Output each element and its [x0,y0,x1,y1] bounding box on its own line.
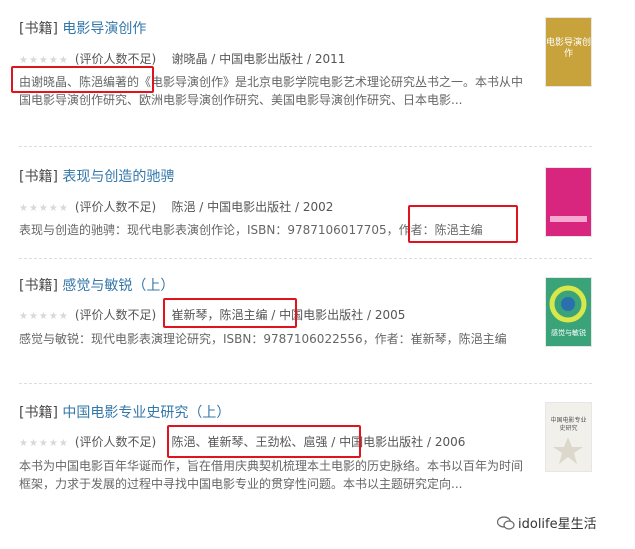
watermark: idolife星生活 [497,513,597,532]
result-title[interactable]: [书籍] 感觉与敏锐（上） [19,277,174,295]
author-publisher: 陈浥 / 中国电影出版社 / 2002 [171,200,334,214]
rating-text: (评价人数不足) [74,435,157,449]
rating-text: (评价人数不足) [74,52,157,66]
result-title[interactable]: [书籍] 表现与创造的驰骋 [19,168,174,186]
highlight-box [167,425,361,458]
result-title-link[interactable]: 电影导演创作 [62,21,146,37]
book-cover[interactable] [545,167,592,237]
result-tag: [书籍] [19,405,58,421]
cover-art [553,437,583,464]
rating-stars: ★★★★★ [19,311,69,322]
result-tag: [书籍] [19,21,58,37]
rating-text: (评价人数不足) [74,308,157,322]
book-cover[interactable]: 电影导演创作 [545,17,592,87]
cover-text: 感觉与敏锐 [551,329,586,337]
separator [19,146,592,147]
highlight-box [163,298,297,328]
result-meta: ★★★★★ (评价人数不足) 陈浥 / 中国电影出版社 / 2002 [19,199,333,217]
highlight-box [408,205,518,243]
wechat-icon [497,516,515,530]
watermark-text: idolife星生活 [518,517,597,532]
separator [19,258,592,259]
cover-band [550,216,587,222]
result-title[interactable]: [书籍] 电影导演创作 [19,20,146,38]
result-title-link[interactable]: 感觉与敏锐（上） [62,278,174,294]
rating-stars: ★★★★★ [19,438,69,449]
book-cover[interactable]: 中国电影专业史研究 [545,402,592,472]
result-tag: [书籍] [19,278,58,294]
book-cover[interactable]: 感觉与敏锐 [545,277,592,347]
result-description: 本书为中国电影百年华诞而作，旨在借用庆典契机梳理本土电影的历史脉络。本书以百年为… [19,459,524,491]
author-publisher: 谢晓晶 / 中国电影出版社 / 2011 [171,52,346,66]
cover-text: 电影导演创作 [546,38,592,59]
rating-stars: ★★★★★ [19,203,69,214]
separator [19,383,592,384]
result-title-link[interactable]: 表现与创造的驰骋 [62,169,174,185]
rating-text: (评价人数不足) [74,200,157,214]
result-description: 感觉与敏锐：现代电影表演理论研究，ISBN：9787106022556，作者：崔… [19,332,507,346]
result-tag: [书籍] [19,169,58,185]
highlight-box [11,66,154,93]
result-title-link[interactable]: 中国电影专业史研究（上） [62,405,230,421]
result-title[interactable]: [书籍] 中国电影专业史研究（上） [19,404,230,422]
